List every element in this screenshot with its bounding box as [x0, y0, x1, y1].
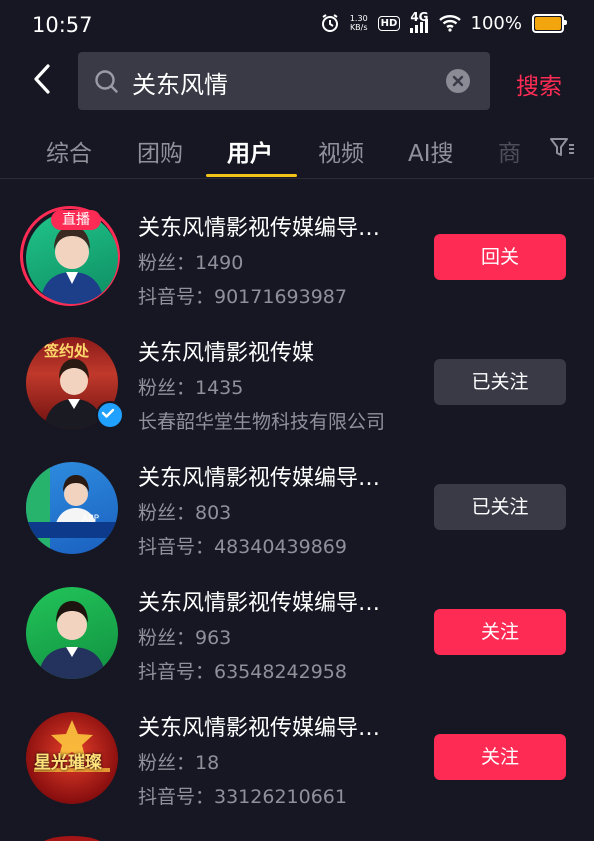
list-item[interactable]: 关东风情影视传媒编导… 粉丝：963 抖音号：63548242958 关注: [0, 565, 594, 685]
user-followers: 粉丝：803: [138, 502, 232, 524]
search-query: 关东风情: [132, 71, 228, 99]
divider: [0, 178, 594, 179]
network-speed-value: 1.30: [349, 14, 368, 23]
battery-icon: [532, 13, 567, 33]
follow-back-button[interactable]: 回关: [434, 234, 566, 280]
search-button[interactable]: 搜索: [516, 67, 562, 101]
user-company: 长春韶华堂生物科技有限公司: [138, 411, 386, 433]
user-name[interactable]: 关东风情影视传媒编导…: [138, 460, 380, 492]
search-header: 关东风情 搜索: [0, 52, 594, 110]
tab-videos[interactable]: 视频: [318, 134, 364, 168]
user-douyin-id: 抖音号：90171693987: [138, 286, 347, 308]
user-followers: 粉丝：963: [138, 627, 232, 649]
list-item[interactable]: 星光璀璨 关东风情影视传媒编导… 粉丝：18 抖音号：33126210661 关…: [0, 690, 594, 810]
filter-icon[interactable]: [549, 136, 575, 164]
next-list-item-peek: [0, 832, 594, 841]
user-name[interactable]: 关东风情影视传媒编导…: [138, 710, 380, 742]
tab-group-buy[interactable]: 团购: [137, 134, 183, 168]
avatar-sign-text: 签约处: [44, 342, 90, 360]
active-tab-indicator: [206, 174, 297, 177]
alarm-icon: [320, 13, 340, 33]
live-badge: 直播: [51, 210, 101, 230]
verified-icon: [96, 401, 124, 429]
user-name[interactable]: 关东风情影视传媒编导…: [138, 585, 380, 617]
network-speed-unit: KB/s: [349, 23, 368, 32]
tab-comprehensive[interactable]: 综合: [46, 134, 92, 168]
clear-icon[interactable]: [446, 69, 470, 93]
wifi-icon: [438, 14, 461, 32]
avatar-sign-text: 星光璀璨: [34, 753, 102, 773]
follow-button[interactable]: 关注: [434, 734, 566, 780]
avatar[interactable]: 直播: [20, 206, 120, 306]
user-followers: 粉丝：1435: [138, 377, 244, 399]
avatar[interactable]: APP: [26, 462, 118, 554]
cellular-signal-icon: 4G: [409, 10, 429, 34]
avatar[interactable]: 星光璀璨: [26, 712, 118, 804]
user-douyin-id: 抖音号：33126210661: [138, 786, 347, 808]
following-button[interactable]: 已关注: [434, 484, 566, 530]
avatar[interactable]: [26, 587, 118, 679]
avatar-image: APP: [26, 462, 118, 554]
status-bar: 10:57 1.30 KB/s HD 4G 100%: [0, 0, 594, 50]
network-type: 4G: [410, 10, 429, 24]
search-input[interactable]: 关东风情: [78, 52, 490, 110]
user-followers: 粉丝：18: [138, 752, 220, 774]
avatar-image: 星光璀璨: [26, 712, 118, 804]
tab-users[interactable]: 用户: [227, 134, 273, 168]
avatar[interactable]: 签约处: [26, 337, 124, 429]
hd-badge: HD: [377, 15, 401, 31]
avatar: [40, 836, 104, 841]
list-item[interactable]: 签约处 关东风情影视传媒 粉丝：1435 长春韶华堂生物科技有限公司 已关注: [0, 315, 594, 435]
network-speed: 1.30 KB/s: [350, 14, 368, 32]
list-item[interactable]: 直播 关东风情影视传媒编导… 粉丝：1490 抖音号：90171693987 回…: [0, 190, 594, 310]
tab-ai-search[interactable]: AI搜: [408, 134, 454, 168]
user-name[interactable]: 关东风情影视传媒编导…: [138, 210, 380, 242]
following-button[interactable]: 已关注: [434, 359, 566, 405]
avatar-image: [26, 587, 118, 679]
user-douyin-id: 抖音号：48340439869: [138, 536, 347, 558]
status-time: 10:57: [32, 13, 93, 37]
follow-button[interactable]: 关注: [434, 609, 566, 655]
user-followers: 粉丝：1490: [138, 252, 244, 274]
user-name[interactable]: 关东风情影视传媒: [138, 335, 314, 367]
chevron-left-icon: [34, 64, 50, 94]
battery-percent: 100%: [470, 12, 522, 34]
search-icon: [95, 70, 118, 93]
back-button[interactable]: [26, 62, 62, 98]
user-douyin-id: 抖音号：63548242958: [138, 661, 347, 683]
status-icons: 1.30 KB/s HD 4G 100%: [320, 10, 567, 34]
tab-shop[interactable]: 商: [498, 134, 521, 168]
list-item[interactable]: APP 关东风情影视传媒编导… 粉丝：803 抖音号：48340439869 已…: [0, 440, 594, 560]
search-tabs: 综合 团购 用户 视频 AI搜 商: [0, 122, 594, 178]
avatar-sign-text: APP: [82, 514, 100, 524]
